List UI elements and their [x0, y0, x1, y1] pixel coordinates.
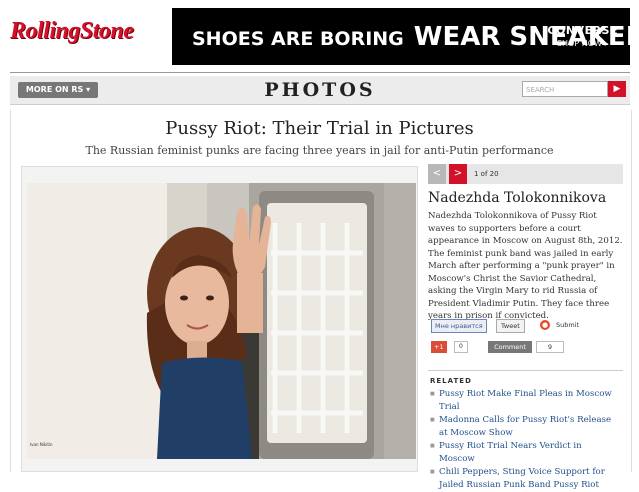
stumbleupon-submit-button[interactable]: ● Submit — [540, 319, 579, 331]
comment-button[interactable]: Comment — [488, 341, 532, 353]
facebook-like-button[interactable]: Мне нравится — [431, 319, 487, 333]
comment-count[interactable]: 9 — [536, 341, 564, 353]
photo-counter: 1 of 20 — [474, 170, 499, 178]
ad-banner[interactable]: SHOES ARE BORINGWEAR SNEAKERS CONVERSE S… — [172, 8, 639, 65]
caption-title: Nadezhda Tolokonnikova — [428, 190, 607, 206]
related-list: Pussy Riot Make Final Pleas in Moscow Tr… — [430, 388, 620, 492]
search-input[interactable]: SEARCH — [522, 81, 608, 97]
related-divider — [428, 370, 623, 371]
google-plus-button[interactable]: +1 — [431, 341, 447, 353]
tweet-button[interactable]: Tweet — [496, 319, 525, 333]
related-heading: RELATED — [430, 377, 472, 385]
gallery-photo-image — [27, 183, 416, 459]
rolling-stone-logo[interactable]: RollingStone — [10, 18, 134, 45]
photo-credit: Ivan Nikitin — [30, 442, 53, 447]
nav-divider — [10, 72, 630, 73]
stumbleupon-label: Submit — [556, 321, 580, 329]
gallery-pager: < > 1 of 20 — [428, 164, 623, 184]
ad-cta: SHOP NOW ▸ — [556, 39, 609, 48]
caption-body: Nadezhda Tolokonnikova of Pussy Riot wav… — [428, 211, 623, 321]
comment-bar: +1 0 Comment 9 — [428, 340, 623, 354]
related-link[interactable]: Pussy Riot Make Final Pleas in Moscow Tr… — [430, 388, 620, 413]
ad-brand[interactable]: CONVERSE SHOP NOW ▸ — [547, 24, 618, 48]
stumbleupon-icon: ● — [540, 320, 550, 330]
related-link[interactable]: Madonna Calls for Pussy Riot's Release a… — [430, 414, 620, 439]
page-subtitle: The Russian feminist punks are facing th… — [85, 144, 554, 157]
gallery-photo-panel[interactable]: Ivan Nikitin — [21, 166, 418, 472]
related-link[interactable]: Chili Peppers, Sting Voice Support for J… — [430, 466, 620, 491]
gallery-photo[interactable] — [27, 183, 416, 459]
page-title: Pussy Riot: Their Trial in Pictures — [165, 118, 474, 139]
section-nav-bar: MORE ON RS ▾ PHOTOS SEARCH ▶ — [10, 76, 630, 105]
share-bar: Мне нравится Tweet ● Submit — [428, 318, 623, 333]
previous-photo-button[interactable]: < — [428, 164, 446, 184]
related-link[interactable]: Pussy Riot Trial Nears Verdict in Moscow — [430, 440, 620, 465]
ad-text-primary: SHOES ARE BORING — [192, 27, 404, 50]
google-plus-count: 0 — [454, 341, 468, 353]
search-button[interactable]: ▶ — [608, 81, 626, 97]
next-photo-button[interactable]: > — [449, 164, 467, 184]
ad-brand-name: CONVERSE — [547, 24, 618, 37]
